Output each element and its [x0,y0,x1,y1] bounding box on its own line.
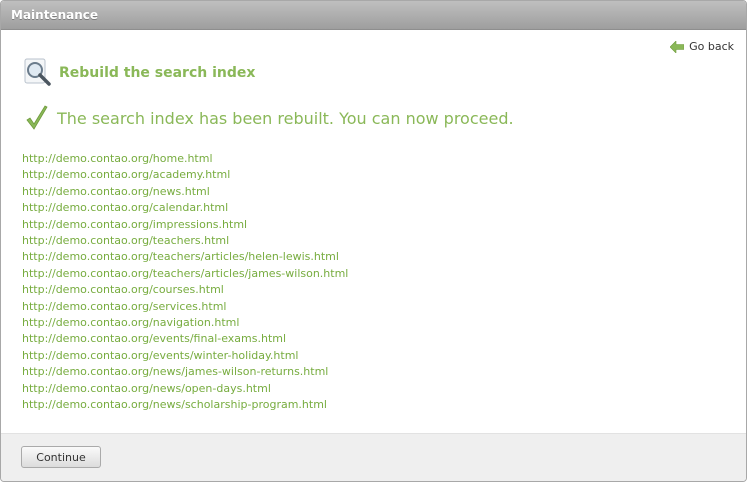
url-item: http://demo.contao.org/teachers/articles… [22,250,339,264]
indexed-url-list: http://demo.contao.org/home.html http://… [22,151,348,414]
url-item: http://demo.contao.org/services.html [22,299,227,313]
window-titlebar: Maintenance [1,1,746,30]
url-item: http://demo.contao.org/teachers/articles… [22,266,349,280]
url-item: http://demo.contao.org/news/open-days.ht… [22,381,271,395]
url-item: http://demo.contao.org/news/scholarship-… [22,398,327,412]
window-title: Maintenance [11,8,99,22]
go-back-label: Go back [689,40,734,53]
url-item: http://demo.contao.org/events/winter-hol… [22,348,299,362]
arrow-left-icon [670,40,685,53]
url-item: http://demo.contao.org/navigation.html [22,316,240,330]
panel-footer: Continue [1,433,746,481]
url-item: http://demo.contao.org/academy.html [22,168,231,182]
maintenance-panel: Maintenance Go back Rebuild the search i… [0,0,747,482]
url-item: http://demo.contao.org/impressions.html [22,217,248,231]
url-item: http://demo.contao.org/news/james-wilson… [22,365,329,379]
url-item: http://demo.contao.org/courses.html [22,283,224,297]
url-item: http://demo.contao.org/home.html [22,152,213,165]
url-item: http://demo.contao.org/teachers.html [22,234,230,248]
url-item: http://demo.contao.org/calendar.html [22,201,229,215]
section-title: Rebuild the search index [59,65,256,81]
magnifier-icon [24,58,51,86]
status-message: The search index has been rebuilt. You c… [25,105,514,131]
url-item: http://demo.contao.org/events/final-exam… [22,332,287,346]
url-item: http://demo.contao.org/news.html [22,184,210,198]
go-back-link[interactable]: Go back [670,40,734,53]
checkmark-icon [26,105,48,130]
continue-button[interactable]: Continue [21,446,101,468]
status-text: The search index has been rebuilt. You c… [57,108,514,128]
section-heading: Rebuild the search index [23,57,255,87]
